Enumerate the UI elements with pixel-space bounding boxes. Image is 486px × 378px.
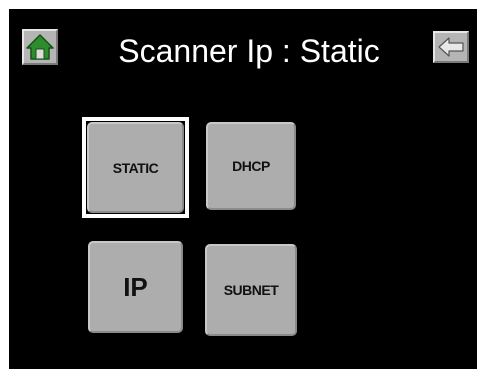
dhcp-button[interactable]: DHCP: [206, 122, 296, 210]
scanner-ip-screen: Scanner Ip : Static STATIC DHCP IP SUBNE…: [9, 9, 477, 369]
ip-button[interactable]: IP: [88, 241, 183, 333]
dhcp-button-label: DHCP: [232, 158, 270, 174]
back-arrow-icon: [438, 37, 464, 57]
back-button[interactable]: [433, 31, 469, 63]
static-button[interactable]: STATIC: [82, 117, 189, 218]
ip-button-label: IP: [123, 271, 148, 302]
subnet-button[interactable]: SUBNET: [205, 244, 297, 336]
home-button[interactable]: [22, 29, 58, 65]
page-title: Scanner Ip : Static: [118, 33, 380, 69]
static-button-label: STATIC: [112, 159, 159, 176]
subnet-button-label: SUBNET: [223, 282, 279, 298]
home-icon: [26, 34, 54, 60]
